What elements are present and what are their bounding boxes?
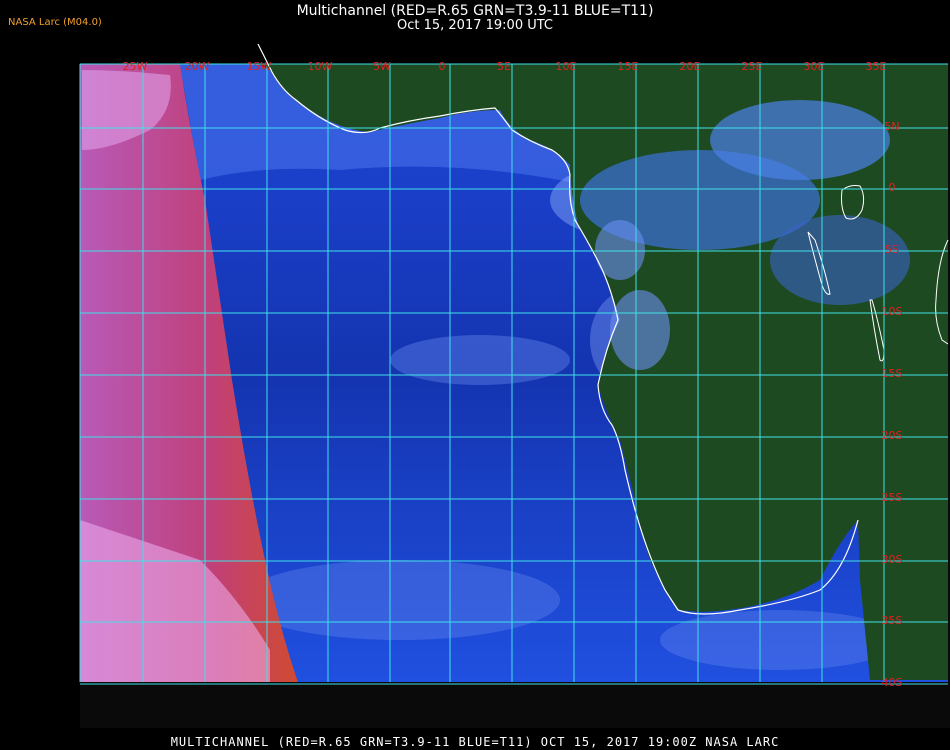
longitude-label: 20W: [185, 60, 210, 73]
latitude-label: 20S: [882, 429, 903, 442]
longitude-label: 15W: [247, 60, 272, 73]
latitude-label: 30S: [882, 553, 903, 566]
latitude-label: 5S: [885, 243, 899, 256]
latitude-label: 40S: [882, 676, 903, 689]
longitude-label: 25E: [742, 60, 763, 73]
satellite-map: 25W 20W 15W 10W 5W 0 5E 10E 15E 20E 25E 30E 35E 5N 0 5…: [79, 43, 949, 689]
longitude-label: 5W: [373, 60, 391, 73]
latitude-label: 25S: [882, 491, 903, 504]
longitude-label: 20E: [680, 60, 701, 73]
latitude-label: 15S: [882, 367, 903, 380]
longitude-label: 5E: [497, 60, 511, 73]
land-cloud: [610, 290, 670, 370]
cloud-cluster: [390, 335, 570, 385]
longitude-label: 30E: [804, 60, 825, 73]
longitude-label: 10E: [556, 60, 577, 73]
longitude-label: 0: [439, 60, 446, 73]
footer-caption: MULTICHANNEL (RED=R.65 GRN=T3.9-11 BLUE=…: [170, 735, 780, 749]
longitude-label: 35E: [866, 60, 887, 73]
latitude-label: 10S: [882, 305, 903, 318]
longitude-label: 15E: [618, 60, 639, 73]
longitude-label: 10W: [308, 60, 333, 73]
longitude-label: 25W: [123, 60, 148, 73]
latitude-label: 35S: [882, 614, 903, 627]
latitude-label: 0: [889, 181, 896, 194]
land-cloud: [710, 100, 890, 180]
land-cloud: [770, 215, 910, 305]
latitude-label: 5N: [884, 120, 899, 133]
